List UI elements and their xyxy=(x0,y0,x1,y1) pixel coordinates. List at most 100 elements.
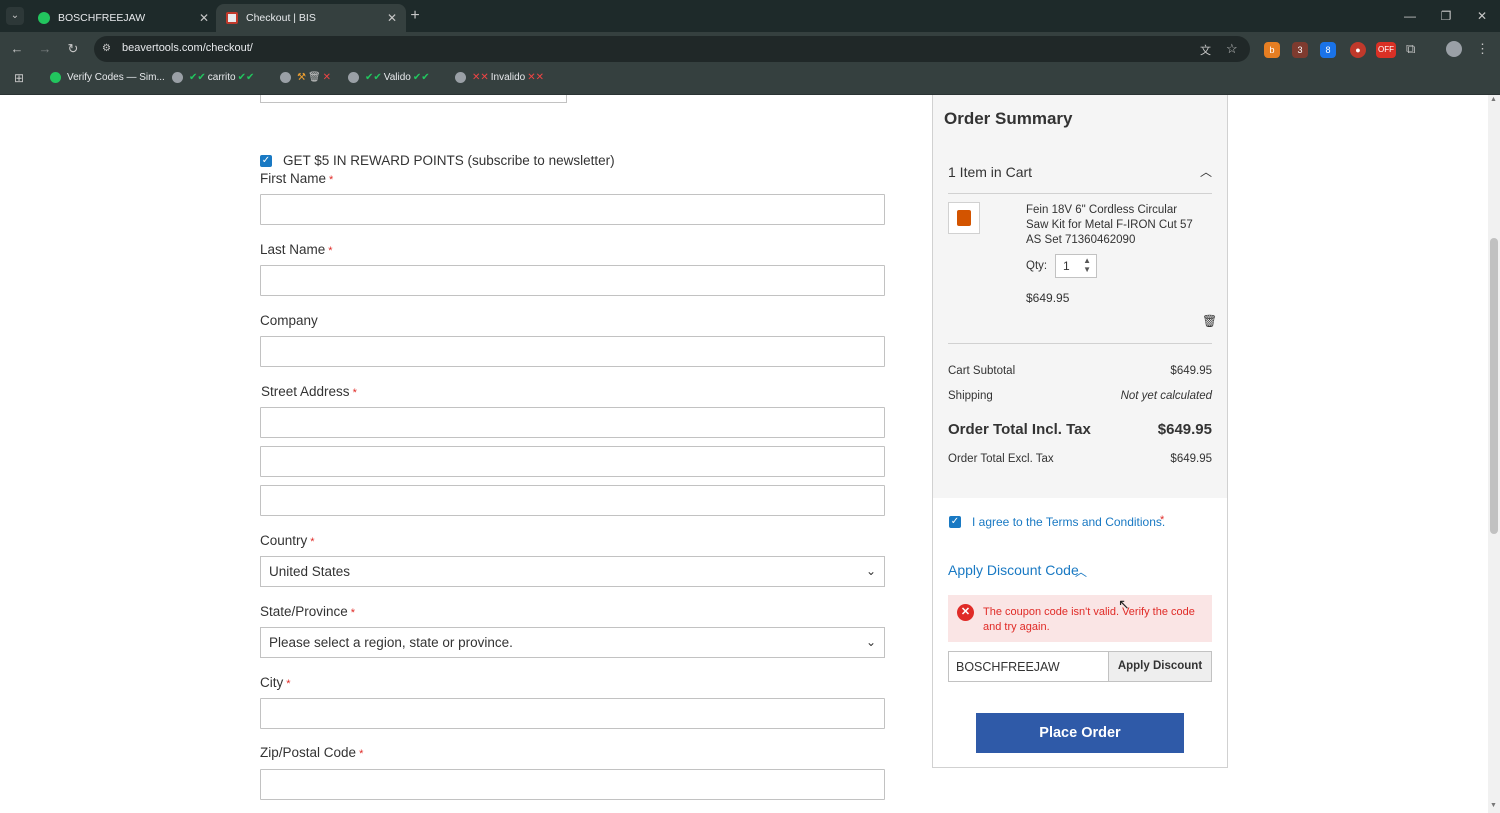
street-address-line3-field[interactable] xyxy=(260,485,885,516)
state-label: State/Province * xyxy=(260,604,355,619)
qty-stepper[interactable]: 1 ▲ ▼ xyxy=(1055,254,1097,278)
reload-icon[interactable]: ↻ xyxy=(64,40,82,58)
coupon-code-input[interactable]: BOSCHFREEJAW xyxy=(948,651,1109,682)
city-field[interactable] xyxy=(260,698,885,729)
restore-icon[interactable]: ❐ xyxy=(1434,6,1458,26)
apply-discount-toggle[interactable]: Apply Discount Code xyxy=(948,562,1079,578)
bookmark-label: Invalido xyxy=(490,72,526,83)
label-text: Country xyxy=(260,533,308,548)
items-in-cart-toggle[interactable]: 1 Item in Cart xyxy=(948,164,1032,180)
close-window-icon[interactable]: ✕ xyxy=(1470,6,1494,26)
trash-icon: 🗑 xyxy=(307,72,321,83)
company-label: Company xyxy=(260,313,318,328)
newsletter-checkbox[interactable]: ✓ xyxy=(260,155,272,167)
scroll-up-arrow-icon[interactable]: ▲ xyxy=(1490,96,1497,103)
apps-grid-icon[interactable]: ⊞ xyxy=(14,71,24,85)
extension-icon[interactable]: b xyxy=(1264,42,1280,58)
required-mark: * xyxy=(1160,514,1165,526)
newsletter-label: GET $5 IN REWARD POINTS (subscribe to ne… xyxy=(283,153,615,168)
required-mark: * xyxy=(359,748,364,760)
tab-checkout[interactable]: Checkout | BIS ✕ xyxy=(216,4,406,32)
globe-icon xyxy=(455,72,466,83)
terms-link[interactable]: I agree to the Terms and Conditions. xyxy=(972,515,1165,529)
country-select[interactable]: United States ⌄ xyxy=(260,556,885,587)
profile-avatar[interactable] xyxy=(1446,41,1462,57)
first-name-label: First Name * xyxy=(260,171,333,186)
label-text: State/Province xyxy=(260,604,348,619)
address-bar[interactable] xyxy=(94,36,1250,62)
country-value: United States xyxy=(269,564,351,579)
coupon-value: BOSCHFREEJAW xyxy=(956,660,1060,674)
back-icon[interactable]: ← xyxy=(8,40,26,58)
last-name-field[interactable] xyxy=(260,265,885,296)
extensions-puzzle-icon[interactable]: ⧉ xyxy=(1406,41,1415,57)
translate-icon[interactable]: 文 xyxy=(1200,42,1211,58)
shipping-label: Shipping xyxy=(948,390,993,402)
bookmark-valido[interactable]: ✔✔ Valido ✔✔ xyxy=(348,72,430,83)
check-icon: ✔✔ xyxy=(237,72,255,83)
order-total-excl-label: Order Total Excl. Tax xyxy=(948,453,1054,465)
site-favicon-icon xyxy=(226,12,238,24)
apply-discount-button[interactable]: Apply Discount xyxy=(1108,651,1212,682)
scrollbar-thumb[interactable] xyxy=(1490,238,1498,534)
site-info-icon[interactable]: ⚙ xyxy=(102,43,111,54)
required-mark: * xyxy=(352,387,357,399)
extension-icon[interactable]: 3 xyxy=(1292,42,1308,58)
trash-icon[interactable]: 🗑 xyxy=(1202,314,1217,328)
globe-icon xyxy=(172,72,183,83)
tab-search-button[interactable]: ⌄ xyxy=(6,7,24,25)
extension-icon[interactable]: OFF xyxy=(1376,42,1396,58)
bookmark-verify-codes[interactable]: Verify Codes — Sim... xyxy=(50,72,165,83)
bookmark-tools[interactable]: ⚒ 🗑 ✕ xyxy=(280,72,331,83)
product-price: $649.95 xyxy=(1026,291,1070,305)
terms-checkbox[interactable]: ✓ xyxy=(949,516,961,528)
zip-field[interactable] xyxy=(260,769,885,800)
extension-icon[interactable]: ● xyxy=(1350,42,1366,58)
city-label: City * xyxy=(260,675,291,690)
extension-icon[interactable]: 8 xyxy=(1320,42,1336,58)
bookmark-carrito[interactable]: ✔✔ carrito ✔✔ xyxy=(172,72,254,83)
url-text: beavertools.com/checkout/ xyxy=(122,42,253,54)
menu-kebab-icon[interactable]: ⋮ xyxy=(1476,41,1489,57)
qty-value: 1 xyxy=(1063,259,1070,273)
street-address-line1-field[interactable] xyxy=(260,407,885,438)
order-total-incl-value: $649.95 xyxy=(1157,421,1212,438)
error-text: The coupon code isn't valid. Verify the … xyxy=(983,606,1195,633)
x-icon: ✕✕ xyxy=(527,72,544,83)
shipping-value: Not yet calculated xyxy=(1120,390,1212,402)
close-tab-icon[interactable]: ✕ xyxy=(384,11,400,25)
minimize-icon[interactable]: — xyxy=(1398,6,1422,26)
first-name-field[interactable] xyxy=(260,194,885,225)
required-mark: * xyxy=(350,607,356,619)
forward-icon[interactable]: → xyxy=(36,40,54,58)
state-select[interactable]: Please select a region, state or provinc… xyxy=(260,627,885,658)
place-order-button[interactable]: Place Order xyxy=(976,713,1184,753)
chevron-up-icon[interactable]: ︿ xyxy=(1075,563,1087,580)
chevron-down-icon: ⌄ xyxy=(865,564,876,578)
bookmark-invalido[interactable]: ✕✕ Invalido ✕✕ xyxy=(455,72,544,83)
globe-icon xyxy=(348,72,359,83)
stepper-arrows-icon[interactable]: ▲ ▼ xyxy=(1083,256,1091,274)
street-address-line2-field[interactable] xyxy=(260,446,885,477)
country-label: Country * xyxy=(260,533,315,548)
tab-boschfreejaw[interactable]: BOSCHFREEJAW ✕ xyxy=(28,4,218,32)
subtotal-value: $649.95 xyxy=(1170,365,1212,377)
company-field[interactable] xyxy=(260,336,885,367)
order-summary-title: Order Summary xyxy=(944,109,1073,128)
bookmark-star-icon[interactable]: ☆ xyxy=(1226,41,1238,57)
previous-field[interactable] xyxy=(260,95,567,103)
label-text: Street Address xyxy=(261,384,350,399)
saw-image xyxy=(957,210,971,226)
check-icon: ✔✔ xyxy=(365,72,382,83)
divider xyxy=(948,343,1212,344)
chevron-up-icon[interactable]: ︿ xyxy=(1200,163,1212,180)
close-tab-icon[interactable]: ✕ xyxy=(196,11,212,25)
product-thumbnail[interactable] xyxy=(948,202,980,234)
required-mark: * xyxy=(328,245,333,257)
new-tab-button[interactable]: + xyxy=(406,6,424,26)
error-icon: ✕ xyxy=(957,604,974,621)
scroll-down-arrow-icon[interactable]: ▼ xyxy=(1490,802,1497,809)
zip-label: Zip/Postal Code * xyxy=(260,745,363,760)
bookmark-label: carrito xyxy=(207,72,236,83)
qty-label: Qty: xyxy=(1026,260,1048,272)
